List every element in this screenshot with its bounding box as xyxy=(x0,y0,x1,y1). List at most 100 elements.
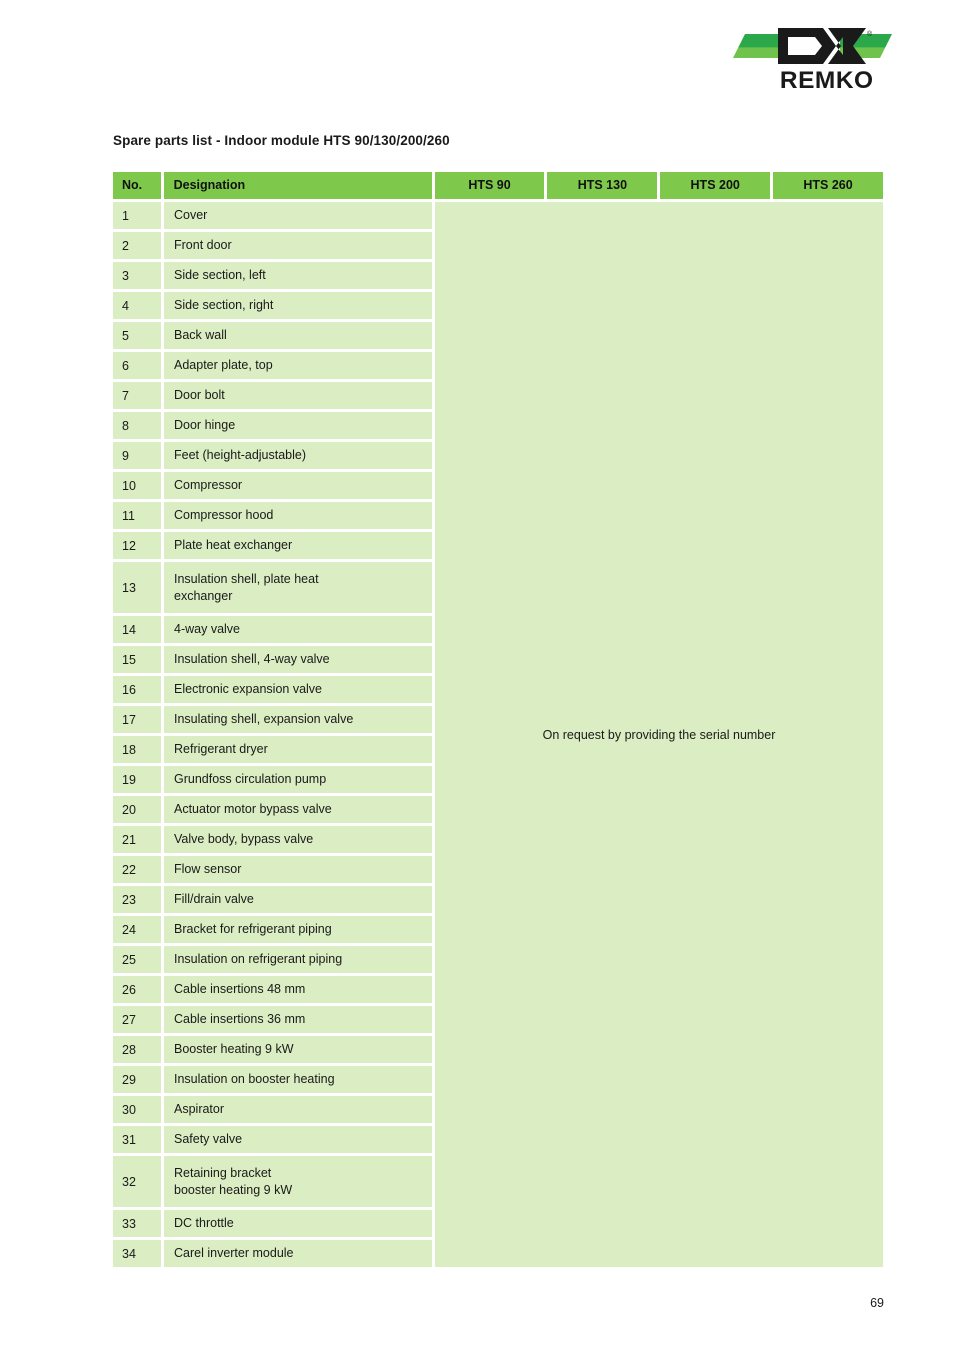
designation-text: Retaining bracket booster heating 9 kW xyxy=(174,1165,292,1199)
table-row: 22 Flow sensor xyxy=(113,856,432,883)
designation-text: Refrigerant dryer xyxy=(174,742,268,756)
cell-no: 3 xyxy=(113,262,161,289)
designation-text: Insulation on refrigerant piping xyxy=(174,952,343,966)
registered-trademark-icon: ® xyxy=(867,30,873,38)
cell-designation: Door bolt xyxy=(164,382,432,409)
column-header-hts-200: HTS 200 xyxy=(660,172,771,199)
cell-designation: Insulation on refrigerant piping xyxy=(164,946,432,973)
cell-designation: Adapter plate, top xyxy=(164,352,432,379)
designation-text: Electronic expansion valve xyxy=(174,682,322,696)
cell-no: 4 xyxy=(113,292,161,319)
table-row: 27 Cable insertions 36 mm xyxy=(113,1006,432,1033)
designation-text: Plate heat exchanger xyxy=(174,538,293,552)
cell-designation: Booster heating 9 kW xyxy=(164,1036,432,1063)
designation-text: 4-way valve xyxy=(174,622,240,636)
designation-text: DC throttle xyxy=(174,1216,234,1230)
page-title: Spare parts list - Indoor module HTS 90/… xyxy=(113,133,450,148)
table-row: 26 Cable insertions 48 mm xyxy=(113,976,432,1003)
designation-text: Booster heating 9 kW xyxy=(174,1042,294,1056)
cell-designation: Flow sensor xyxy=(164,856,432,883)
designation-text: Fill/drain valve xyxy=(174,892,254,906)
cell-no: 5 xyxy=(113,322,161,349)
table-header-row: No. Designation HTS 90 HTS 130 HTS 200 H… xyxy=(113,172,883,199)
cell-no: 27 xyxy=(113,1006,161,1033)
cell-no: 13 xyxy=(113,562,161,613)
designation-text: Front door xyxy=(174,238,232,252)
table-row: 8 Door hinge xyxy=(113,412,432,439)
availability-note-cell: On request by providing the serial numbe… xyxy=(435,202,883,1267)
cell-no: 18 xyxy=(113,736,161,763)
cell-no: 22 xyxy=(113,856,161,883)
table-row: 18 Refrigerant dryer xyxy=(113,736,432,763)
cell-designation: Grundfoss circulation pump xyxy=(164,766,432,793)
column-header-hts-130: HTS 130 xyxy=(547,172,658,199)
column-header-hts-90: HTS 90 xyxy=(434,172,545,199)
cell-designation: Aspirator xyxy=(164,1096,432,1123)
cell-no: 20 xyxy=(113,796,161,823)
table-row: 13 Insulation shell, plate heat exchanger xyxy=(113,562,432,613)
cell-designation: Retaining bracket booster heating 9 kW xyxy=(164,1156,432,1207)
table-row: 33 DC throttle xyxy=(113,1210,432,1237)
table-row: 21 Valve body, bypass valve xyxy=(113,826,432,853)
table-row: 20 Actuator motor bypass valve xyxy=(113,796,432,823)
table-rows: 1 Cover 2 Front door 3 Side section, left 4 Sid… xyxy=(113,202,432,1270)
designation-text: Carel inverter module xyxy=(174,1246,294,1260)
cell-no: 32 xyxy=(113,1156,161,1207)
cell-designation: Insulation on booster heating xyxy=(164,1066,432,1093)
cell-no: 8 xyxy=(113,412,161,439)
column-header-hts-260: HTS 260 xyxy=(773,172,883,199)
table-row: 16 Electronic expansion valve xyxy=(113,676,432,703)
designation-text: Side section, right xyxy=(174,298,274,312)
cell-designation: Bracket for refrigerant piping xyxy=(164,916,432,943)
cell-no: 16 xyxy=(113,676,161,703)
table-row: 6 Adapter plate, top xyxy=(113,352,432,379)
designation-text: Insulation on booster heating xyxy=(174,1072,335,1086)
logo-green-bar-left xyxy=(733,34,785,58)
cell-designation: Cable insertions 48 mm xyxy=(164,976,432,1003)
table-row: 31 Safety valve xyxy=(113,1126,432,1153)
designation-text: Cover xyxy=(174,208,208,222)
designation-text: Cable insertions 48 mm xyxy=(174,982,306,996)
cell-designation: Safety valve xyxy=(164,1126,432,1153)
table-row: 34 Carel inverter module xyxy=(113,1240,432,1267)
cell-designation: Back wall xyxy=(164,322,432,349)
cell-designation: Plate heat exchanger xyxy=(164,532,432,559)
cell-designation: Feet (height-adjustable) xyxy=(164,442,432,469)
designation-line-1: Insulation shell, plate heat xyxy=(174,571,319,586)
table-row: 29 Insulation on booster heating xyxy=(113,1066,432,1093)
cell-designation: Cable insertions 36 mm xyxy=(164,1006,432,1033)
table-row: 25 Insulation on refrigerant piping xyxy=(113,946,432,973)
designation-text: Door hinge xyxy=(174,418,236,432)
table-row: 15 Insulation shell, 4-way valve xyxy=(113,646,432,673)
designation-text: Feet (height-adjustable) xyxy=(174,448,307,462)
cell-no: 11 xyxy=(113,502,161,529)
cell-designation: Electronic expansion valve xyxy=(164,676,432,703)
cell-designation: Insulation shell, plate heat exchanger xyxy=(164,562,432,613)
cell-designation: Front door xyxy=(164,232,432,259)
column-header-no: No. xyxy=(113,172,161,199)
cell-no: 29 xyxy=(113,1066,161,1093)
table-row: 17 Insulating shell, expansion valve xyxy=(113,706,432,733)
table-row: 2 Front door xyxy=(113,232,432,259)
table-row: 23 Fill/drain valve xyxy=(113,886,432,913)
designation-line-2: exchanger xyxy=(174,588,233,603)
cell-no: 24 xyxy=(113,916,161,943)
designation-text: Bracket for refrigerant piping xyxy=(174,922,332,936)
table-row: 3 Side section, left xyxy=(113,262,432,289)
designation-line-1: Retaining bracket xyxy=(174,1165,272,1180)
cell-no: 28 xyxy=(113,1036,161,1063)
designation-text: Valve body, bypass valve xyxy=(174,832,314,846)
cell-designation: Refrigerant dryer xyxy=(164,736,432,763)
cell-no: 12 xyxy=(113,532,161,559)
table-row: 28 Booster heating 9 kW xyxy=(113,1036,432,1063)
table-row: 30 Aspirator xyxy=(113,1096,432,1123)
cell-no: 1 xyxy=(113,202,161,229)
table-row: 11 Compressor hood xyxy=(113,502,432,529)
table-row: 9 Feet (height-adjustable) xyxy=(113,442,432,469)
cell-designation: DC throttle xyxy=(164,1210,432,1237)
cell-designation: Compressor hood xyxy=(164,502,432,529)
cell-designation: Compressor xyxy=(164,472,432,499)
designation-text: Aspirator xyxy=(174,1102,225,1116)
table-row: 24 Bracket for refrigerant piping xyxy=(113,916,432,943)
table-row: 32 Retaining bracket booster heating 9 kW xyxy=(113,1156,432,1207)
